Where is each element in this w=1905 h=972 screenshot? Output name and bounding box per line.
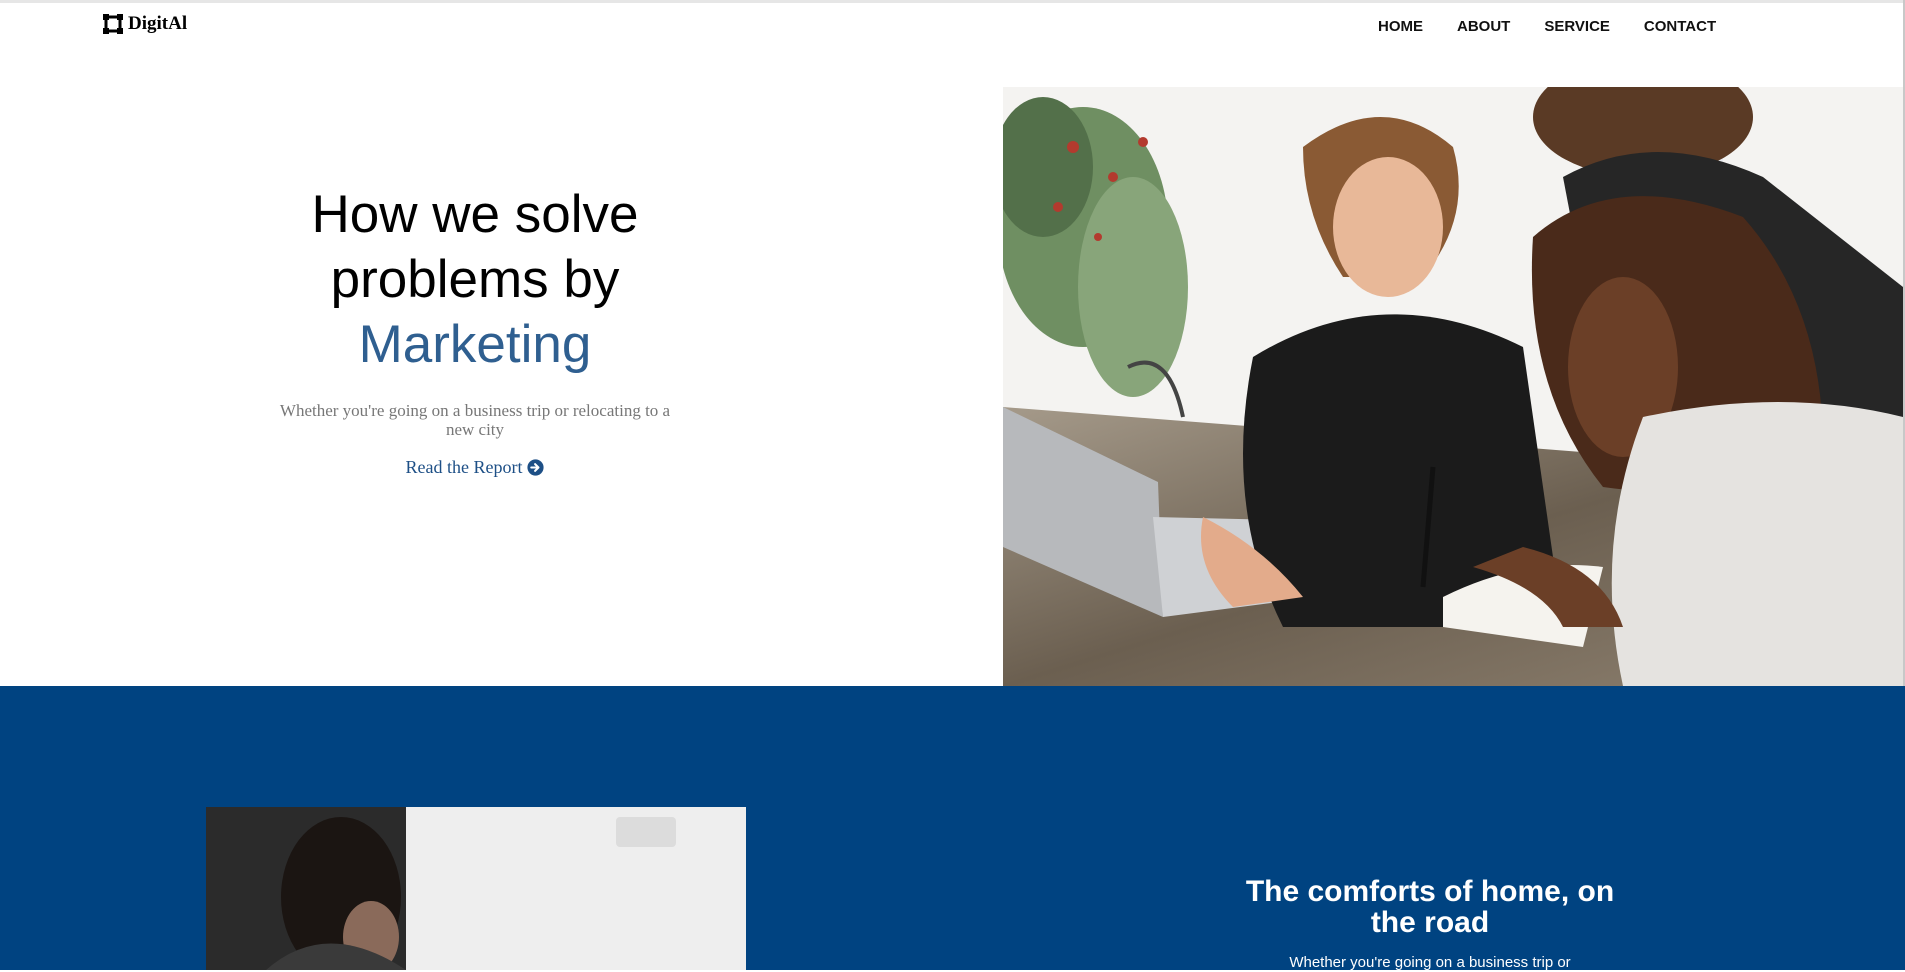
read-report-link[interactable]: Read the Report (406, 457, 545, 478)
hero-title-accent: Marketing (358, 315, 592, 374)
main-nav: HOME ABOUT SERVICE CONTACT (1378, 17, 1716, 37)
hero-title-line2: problems by (330, 250, 620, 309)
feature-section: The comforts of home, on the road Whethe… (1230, 876, 1630, 972)
hero-title-line1: How we solve (311, 185, 639, 244)
hero-section: How we solve problems by Marketing Wheth… (250, 182, 700, 478)
feature-body: Whether you're going on a business trip … (1289, 954, 1571, 971)
square-frame-icon (103, 14, 123, 34)
hero-subtitle: Whether you're going on a business trip … (279, 401, 671, 439)
logo-text: DigitAl (128, 13, 188, 34)
arrow-circle-right-icon (527, 459, 545, 476)
top-rule (0, 0, 1905, 3)
feature-photo (206, 807, 746, 970)
nav-contact[interactable]: CONTACT (1644, 17, 1716, 37)
nav-about[interactable]: ABOUT (1457, 17, 1510, 37)
logo[interactable]: DigitAl (102, 13, 187, 35)
hero-photo (1003, 87, 1903, 686)
nav-service[interactable]: SERVICE (1544, 17, 1610, 37)
hero-title: How we solve problems by Marketing (250, 182, 700, 377)
feature-title: The comforts of home, on the road (1245, 875, 1615, 939)
nav-home[interactable]: HOME (1378, 17, 1423, 37)
read-report-label: Read the Report (405, 457, 523, 477)
